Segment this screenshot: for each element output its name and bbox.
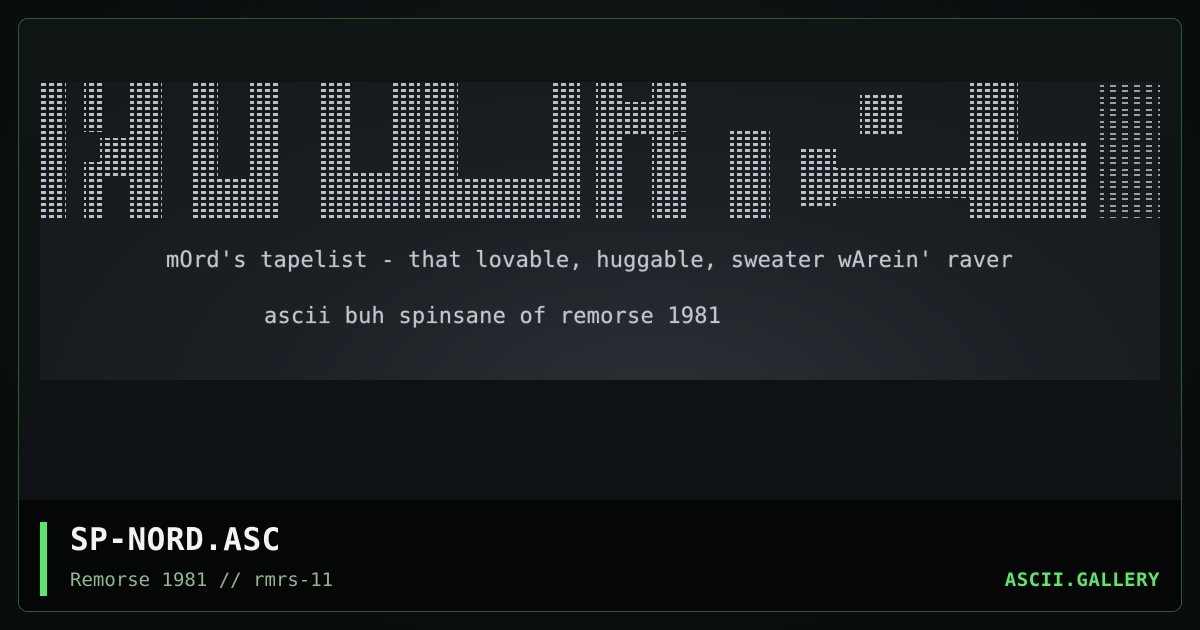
file-title: SP-NORD.ASC: [70, 522, 281, 558]
ascii-art-preview: mOrd's tapelist - that lovable, huggable…: [40, 82, 1160, 418]
file-subtitle: Remorse 1981 // rmrs-11: [70, 569, 334, 591]
accent-bar: [40, 522, 47, 596]
ascii-credit-line: ascii buh spinsane of remorse 1981: [264, 304, 722, 329]
ascii-caption-line: mOrd's tapelist - that lovable, huggable…: [166, 248, 1014, 273]
art-bottom-band: [40, 380, 1160, 418]
card-footer: SP-NORD.ASC Remorse 1981 // rmrs-11 ASCI…: [19, 500, 1181, 611]
page: mOrd's tapelist - that lovable, huggable…: [0, 0, 1200, 630]
site-brand-link[interactable]: ASCII.GALLERY: [1005, 569, 1160, 591]
ascii-logo: [40, 82, 1160, 218]
gallery-card[interactable]: mOrd's tapelist - that lovable, huggable…: [18, 18, 1182, 612]
